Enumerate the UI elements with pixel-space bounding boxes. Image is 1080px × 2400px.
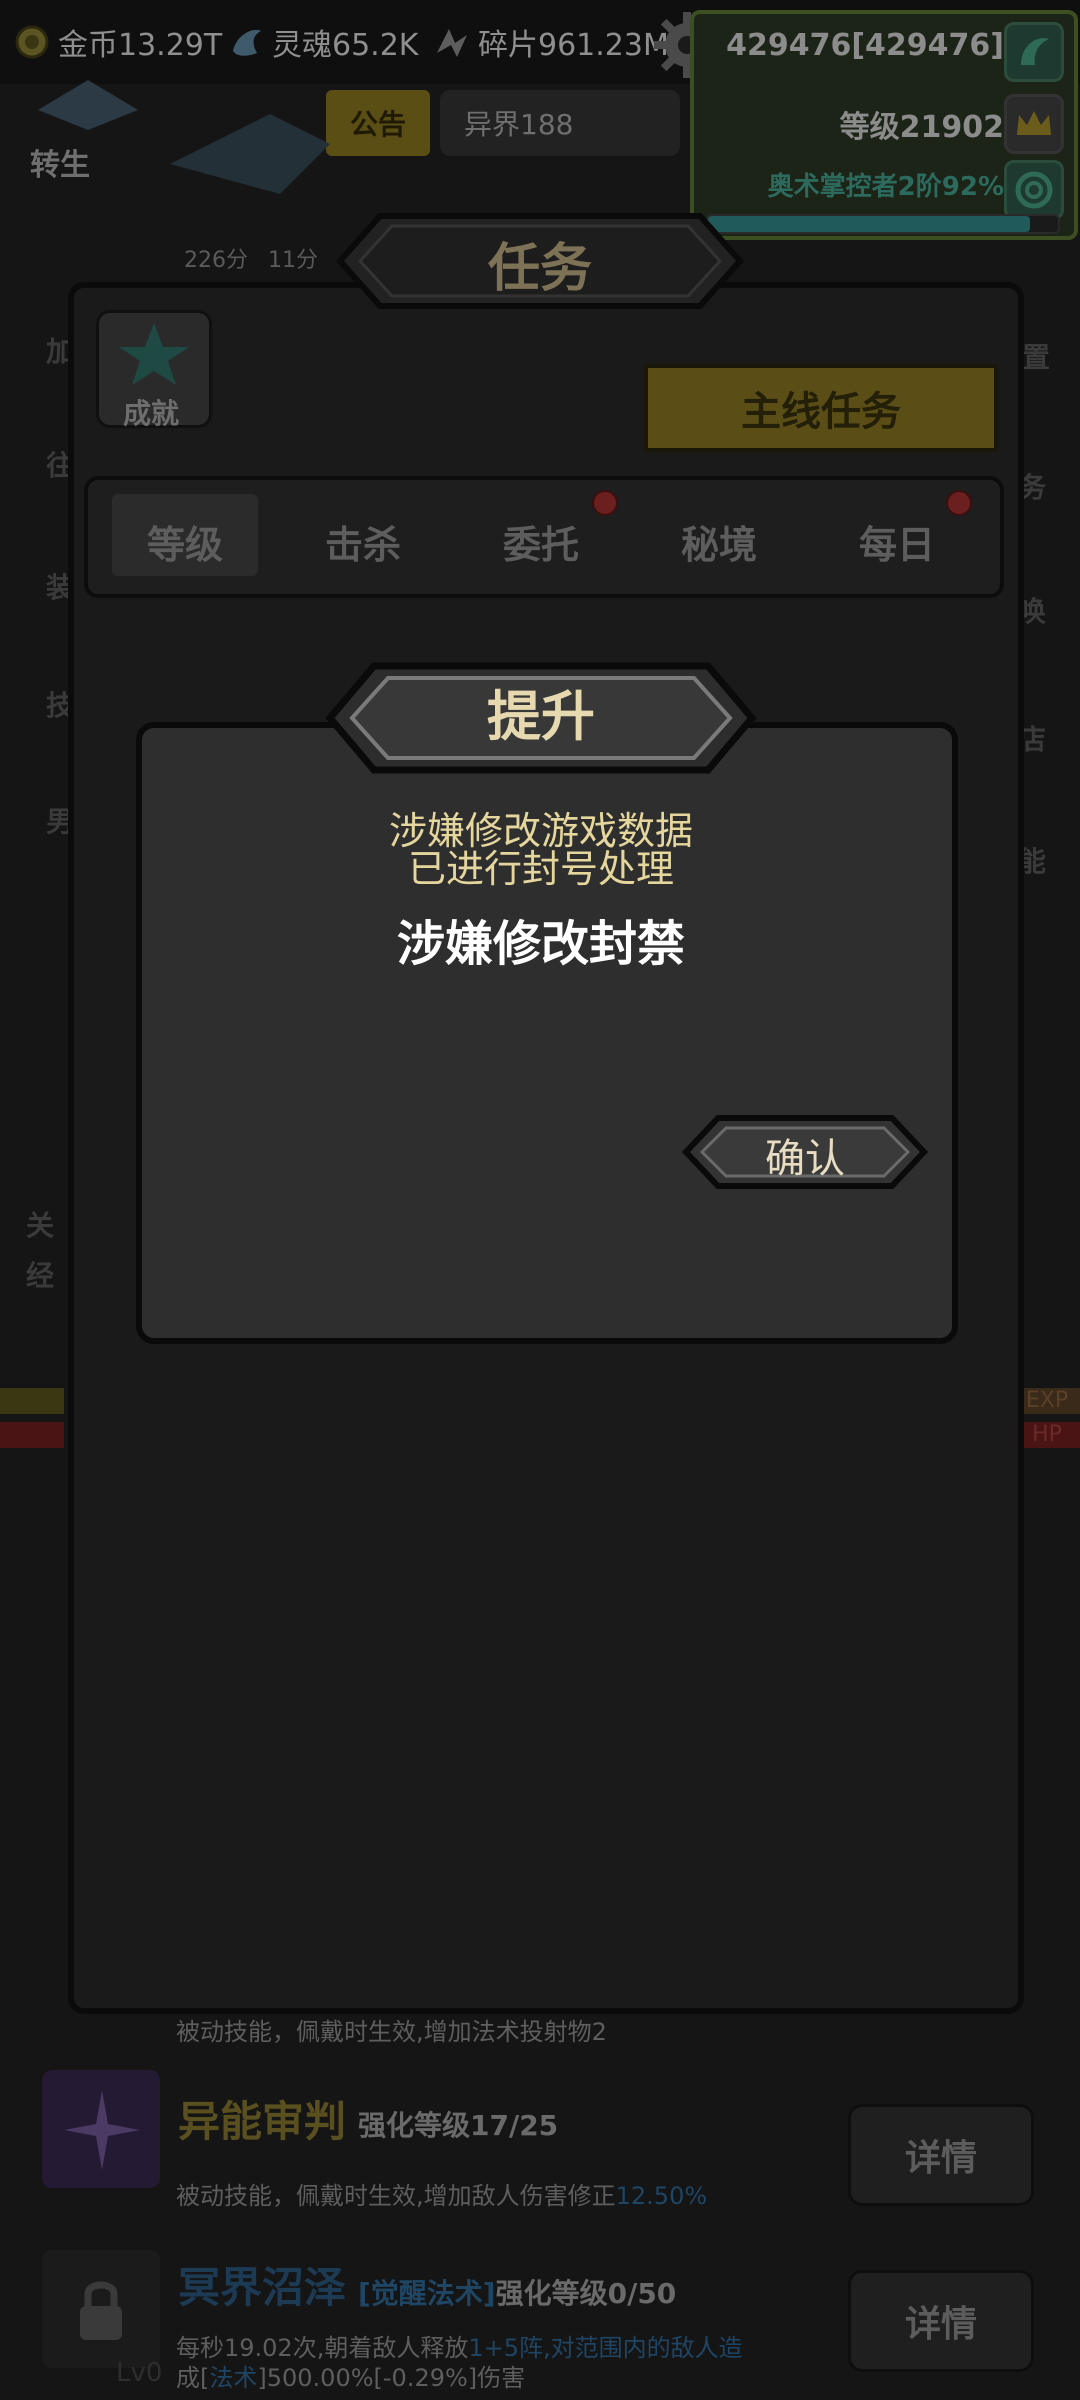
tab-kill[interactable]: 击杀 — [288, 514, 438, 569]
otherworld-button[interactable]: 异界188 — [440, 90, 680, 156]
popup-message-line1: 涉嫌修改游戏数据 — [388, 809, 693, 853]
skill-3-lv: Lv0 — [116, 2358, 163, 2388]
skill-3-icon[interactable] — [42, 2250, 160, 2368]
skill-3-desc-line2: 成[法术]500.00%[-0.29%]伤害 — [176, 2358, 525, 2393]
skill-1-desc: 被动技能，佩戴时生效,增加法术投射物2 — [176, 2018, 607, 2046]
skill-2-desc: 被动技能，佩戴时生效,增加敌人伤害修正12.50% — [176, 2176, 707, 2211]
bg-hp-bar-left — [0, 1422, 64, 1448]
bg-label-8: 置 — [1022, 341, 1051, 374]
star-icon — [119, 323, 189, 385]
gold-resource: 金币13.29T — [12, 18, 222, 66]
tab-daily[interactable]: 每日 — [822, 514, 972, 569]
skill-2-name: 异能审判 — [178, 2097, 347, 2146]
skill-3-name: 冥界沼泽 — [178, 2263, 347, 2312]
skill-3-level: 强化等级0/50 — [495, 2277, 677, 2310]
timer-1: 226分 — [184, 248, 248, 273]
skill-3-desc-line2-a: 成[ — [176, 2364, 210, 2392]
popup-ban-reason: 涉嫌修改封禁 — [396, 916, 685, 972]
lock-icon — [80, 2281, 122, 2340]
bg-label-6: 关 — [26, 1209, 55, 1242]
weapon-decor-icon — [150, 84, 350, 224]
achievement-label: 成就 — [122, 397, 179, 430]
wind-icon[interactable] — [1004, 22, 1064, 82]
popup-title: 提升 — [487, 685, 595, 748]
skill-2-detail-button[interactable]: 详情 — [848, 2104, 1034, 2206]
tab-commission[interactable]: 委托 — [466, 514, 616, 569]
skill-3-desc-line2-b: 法术 — [209, 2364, 258, 2392]
arcane-title: 奥术掌控者2阶92% — [767, 172, 1004, 202]
crown-icon[interactable] — [1004, 94, 1064, 154]
skill-3-level-row: [觉醒法术]强化等级0/50 — [358, 2272, 676, 2312]
skill-3-detail-button[interactable]: 详情 — [848, 2270, 1034, 2372]
skill-3-tag: [觉醒法术] — [358, 2277, 496, 2310]
coin-icon — [12, 22, 52, 62]
soul-icon — [226, 22, 266, 62]
rebirth-label: 转生 — [30, 148, 90, 183]
main-quest-button[interactable]: 主线任务 — [644, 364, 998, 452]
timer-2: 11分 — [268, 248, 318, 273]
otherworld-label: 异界188 — [464, 108, 574, 141]
title-progress-fill — [708, 216, 1030, 232]
skill-2-icon[interactable] — [42, 2070, 160, 2188]
fragment-icon — [432, 22, 472, 62]
fragment-resource: 碎片961.23M — [432, 18, 669, 66]
fragment-amount: 碎片961.23M — [478, 28, 669, 63]
tab-daily-notify-dot — [946, 490, 972, 516]
bg-label-7: 经 — [26, 1259, 55, 1292]
rebirth-icon[interactable] — [28, 70, 148, 140]
popup-message-line2: 已进行封号处理 — [407, 847, 674, 891]
soul-resource: 灵魂65.2K — [226, 18, 418, 66]
gold-amount: 金币13.29T — [58, 28, 223, 63]
spiral-icon[interactable] — [1004, 160, 1064, 220]
combat-power: 429476[429476] — [726, 28, 1004, 63]
tab-secret-realm[interactable]: 秘境 — [644, 514, 794, 569]
player-level: 等级21902 — [839, 110, 1004, 145]
task-tabs: 等级 击杀 委托 秘境 每日 — [84, 476, 1004, 598]
tab-level[interactable]: 等级 — [110, 514, 260, 569]
bg-exp-bar-left — [0, 1388, 64, 1414]
skill-2-desc-value: 12.50% — [615, 2182, 708, 2210]
skill-3-desc-line2-c: ]500.00%[-0.29%]伤害 — [257, 2364, 526, 2392]
skill-2-desc-text: 被动技能，佩戴时生效,增加敌人伤害修正 — [176, 2182, 616, 2210]
skill-2-level: 强化等级17/25 — [358, 2109, 559, 2142]
title-progress-bar — [706, 214, 1060, 234]
task-dialog-title: 任务 — [487, 239, 592, 299]
tab-commission-notify-dot — [592, 490, 618, 516]
soul-amount: 灵魂65.2K — [272, 28, 419, 63]
confirm-button-label: 确认 — [765, 1136, 845, 1182]
